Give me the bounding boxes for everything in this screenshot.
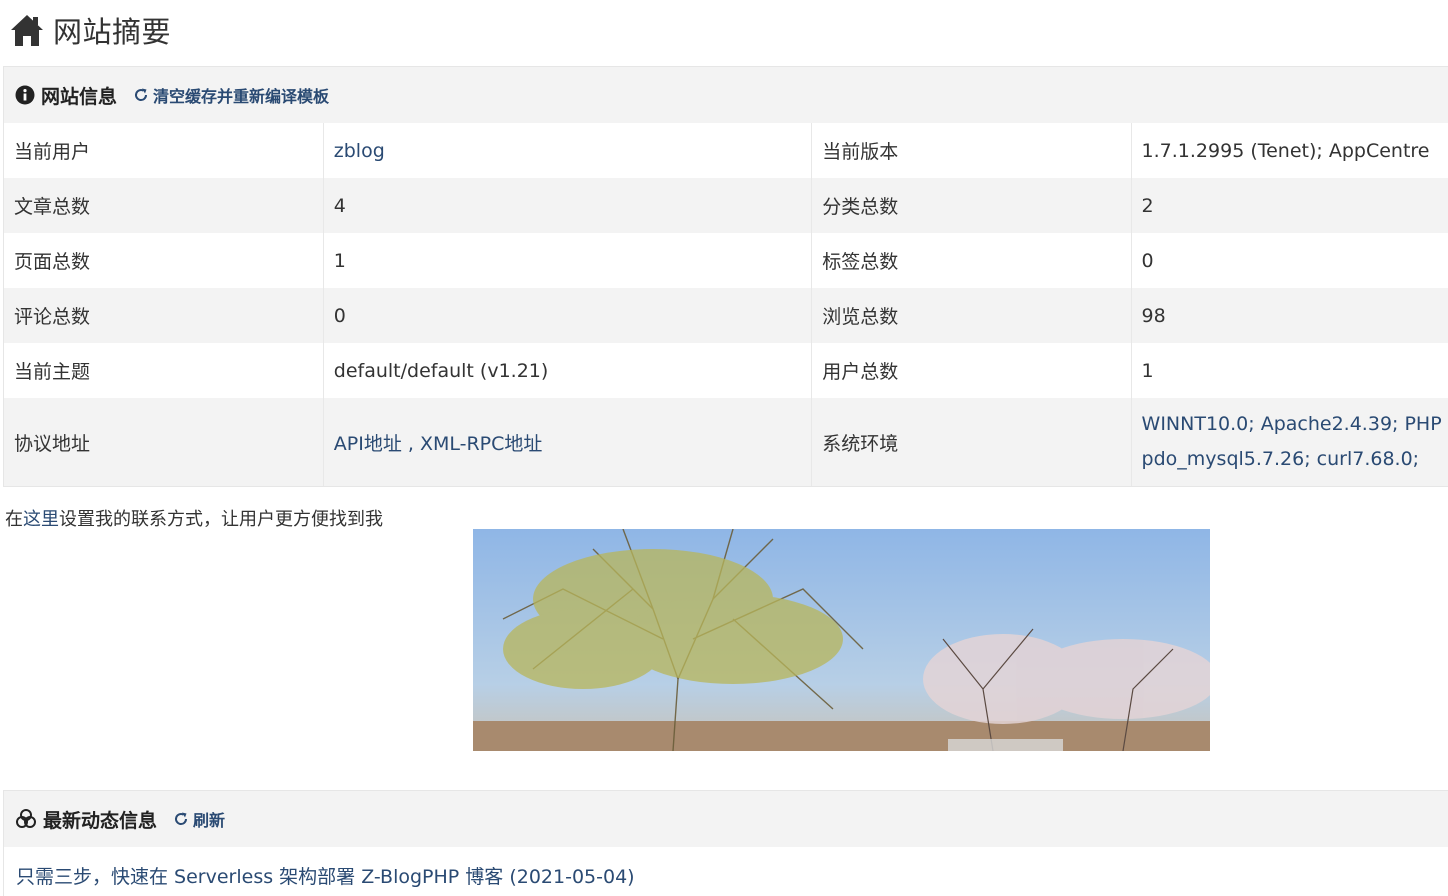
home-icon: [9, 12, 45, 48]
refresh-label: 刷新: [193, 811, 226, 830]
refresh-icon: [173, 811, 189, 827]
news-panel: 最新动态信息 刷新 只需三步，快速在 Serverless 架构部署 Z-Blo…: [3, 790, 1448, 896]
cell-value: 4: [323, 178, 813, 233]
network-icon: [15, 808, 37, 830]
table-row: 评论总数 0 浏览总数 98: [4, 288, 1448, 343]
cell-label: 当前版本: [811, 123, 1132, 178]
cell-value: 1.7.1.2995 (Tenet); AppCentre: [1131, 123, 1448, 178]
cell-label: 页面总数: [4, 233, 324, 288]
cell-value: 1: [323, 233, 813, 288]
cell-value: 2: [1131, 178, 1448, 233]
protocol-links: API地址 , XML-RPC地址: [323, 398, 813, 486]
table-row: 页面总数 1 标签总数 0: [4, 233, 1448, 288]
contact-suffix: 设置我的联系方式，让用户更方便找到我: [59, 509, 383, 530]
cell-label: 系统环境: [811, 398, 1132, 486]
api-link[interactable]: API地址: [334, 433, 402, 455]
contact-prefix: 在: [5, 509, 23, 530]
news-link[interactable]: 只需三步，快速在 Serverless 架构部署 Z-BlogPHP 博客 (2…: [16, 862, 635, 889]
news-title: 最新动态信息: [43, 809, 158, 832]
list-item: 只需三步，快速在 Serverless 架构部署 Z-BlogPHP 博客 (2…: [4, 847, 1448, 896]
page: 网站摘要 网站信息 清空缓存并重新编译模板 当前用户 zblog 当前版本 1.…: [0, 0, 1448, 896]
clear-cache-button[interactable]: 清空缓存并重新编译模板: [133, 83, 329, 107]
cell-label: 评论总数: [4, 288, 324, 343]
site-info-table: 当前用户 zblog 当前版本 1.7.1.2995 (Tenet); AppC…: [4, 123, 1448, 486]
table-row: 当前用户 zblog 当前版本 1.7.1.2995 (Tenet); AppC…: [4, 123, 1448, 178]
cell-label: 协议地址: [4, 398, 324, 486]
info-circle-icon: [15, 85, 35, 105]
contact-line: 在这里设置我的联系方式，让用户更方便找到我: [5, 505, 383, 531]
table-row: 文章总数 4 分类总数 2: [4, 178, 1448, 233]
cell-label: 用户总数: [811, 343, 1132, 398]
cell-label: 标签总数: [811, 233, 1132, 288]
cell-label: 文章总数: [4, 178, 324, 233]
cell-value: 0: [1131, 233, 1448, 288]
table-row: 协议地址 API地址 , XML-RPC地址 系统环境 WINNT10.0; A…: [4, 398, 1448, 486]
cell-value: 98: [1131, 288, 1448, 343]
refresh-icon: [133, 87, 149, 103]
news-header: 最新动态信息 刷新: [4, 791, 1448, 847]
cell-label: 当前用户: [4, 123, 324, 178]
env-line-2[interactable]: pdo_mysql5.7.26; curl7.68.0;: [1142, 442, 1448, 477]
system-env: WINNT10.0; Apache2.4.39; PHP pdo_mysql5.…: [1131, 398, 1448, 486]
site-info-panel: 网站信息 清空缓存并重新编译模板 当前用户 zblog 当前版本 1.7.1.2…: [3, 66, 1448, 487]
cell-value: 1: [1131, 343, 1448, 398]
cell-value: 0: [323, 288, 813, 343]
clear-cache-label: 清空缓存并重新编译模板: [153, 87, 330, 106]
xmlrpc-link[interactable]: XML-RPC地址: [420, 433, 542, 455]
site-info-header: 网站信息 清空缓存并重新编译模板: [4, 67, 1448, 123]
refresh-button[interactable]: 刷新: [173, 807, 225, 831]
cell-label: 浏览总数: [811, 288, 1132, 343]
cell-value: default/default (v1.21): [323, 343, 813, 398]
current-user-link[interactable]: zblog: [334, 140, 385, 162]
table-row: 当前主题 default/default (v1.21) 用户总数 1: [4, 343, 1448, 398]
link-separator: ,: [401, 432, 420, 455]
site-info-title: 网站信息: [41, 85, 118, 108]
page-header: 网站摘要: [9, 8, 171, 52]
env-line-1[interactable]: WINNT10.0; Apache2.4.39; PHP: [1142, 407, 1448, 442]
contact-here-link[interactable]: 这里: [23, 509, 59, 530]
cell-label: 当前主题: [4, 343, 324, 398]
banner-image: [473, 529, 1210, 751]
cell-label: 分类总数: [811, 178, 1132, 233]
page-title: 网站摘要: [53, 15, 172, 49]
